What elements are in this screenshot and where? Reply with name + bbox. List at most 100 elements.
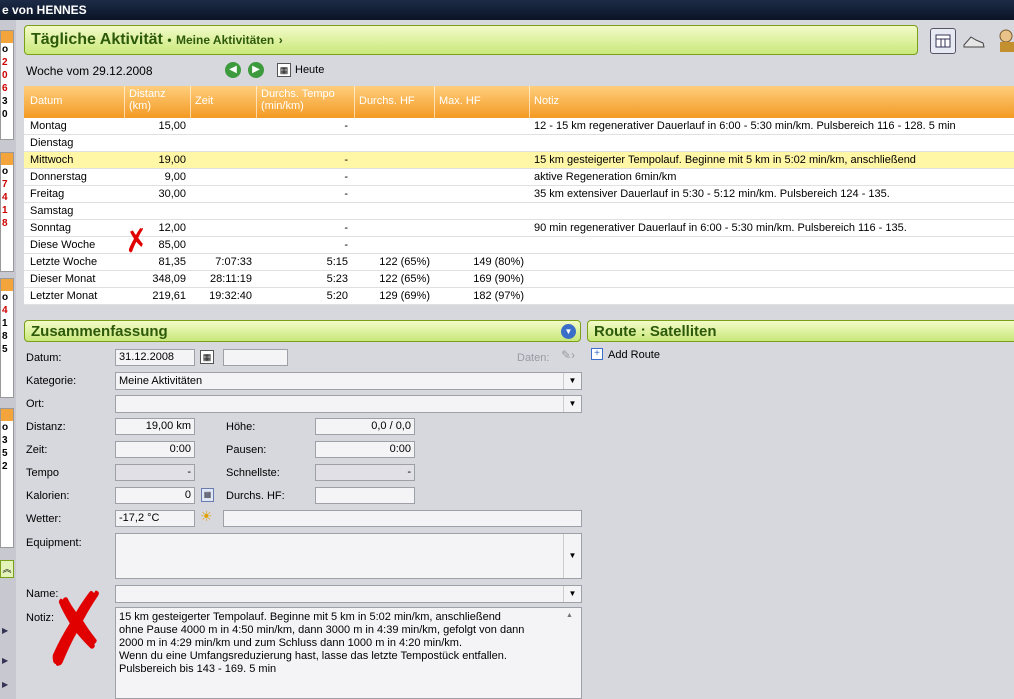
arrow-right-icon[interactable]: ▶ [2, 680, 8, 689]
datum-field[interactable]: 31.12.2008 [115, 349, 195, 366]
chevron-right-icon[interactable]: › [279, 33, 283, 47]
equipment-list[interactable]: ▼ [115, 533, 582, 579]
mini-calendar-day: 2 [2, 461, 8, 472]
dropdown-arrow-icon[interactable]: ▼ [563, 534, 581, 578]
column-header-datum[interactable]: Datum [30, 95, 62, 107]
mini-calendar-day: o [2, 166, 9, 177]
cell-notiz: 15 km gesteigerter Tempolauf. Beginne mi… [534, 154, 916, 166]
athlete-glyph [999, 29, 1014, 52]
table-row[interactable]: Freitag 30,00 - 35 km extensiver Dauerla… [24, 186, 1014, 203]
collapse-icon[interactable]: ▼ [561, 324, 576, 339]
column-separator[interactable] [529, 86, 530, 118]
summary-row[interactable]: Dieser Monat 348,09 28:11:19 5:23 122 (6… [24, 271, 1014, 288]
tempo-label: Tempo [26, 467, 60, 479]
mini-calendar-day: 0 [2, 70, 8, 81]
hoehe-field[interactable]: 0,0 / 0,0 [315, 418, 415, 435]
mini-calendar-day: o [2, 422, 9, 433]
cell-tempo: - [344, 171, 348, 183]
mini-calendar-week-3[interactable]: o 4 1 8 5 [0, 278, 14, 398]
distanz-field[interactable]: 19,00 km [115, 418, 195, 435]
summary-row[interactable]: Diese Woche 85,00 - [24, 237, 1014, 254]
column-header-tempo[interactable]: Durchs. Tempo (min/km) [261, 88, 335, 112]
sun-icon[interactable]: ☀ [200, 508, 213, 525]
add-route-button[interactable]: Add Route [608, 349, 660, 361]
hoehe-label: Höhe: [226, 421, 256, 433]
ort-dropdown[interactable]: ▼ [115, 395, 582, 413]
table-row[interactable]: Dienstag [24, 135, 1014, 152]
athlete-icon[interactable] [994, 28, 1014, 54]
dropdown-arrow-icon[interactable]: ▼ [563, 373, 581, 389]
kategorie-dropdown[interactable]: Meine Aktivitäten ▼ [115, 372, 582, 390]
collapse-up-icon[interactable]: ︽ [0, 560, 14, 578]
mini-calendar-day: 0 [2, 109, 8, 120]
scroll-up-icon[interactable]: ▲ [566, 612, 573, 619]
column-separator[interactable] [354, 86, 355, 118]
summary-row[interactable]: Letzte Woche 81,35 7:07:33 5:15 122 (65%… [24, 254, 1014, 271]
today-button[interactable]: Heute [295, 64, 324, 76]
calculator-icon[interactable]: ▦ [201, 488, 214, 502]
pausen-field[interactable]: 0:00 [315, 441, 415, 458]
zeit-field[interactable]: 0:00 [115, 441, 195, 458]
distanz-label: Distanz: [26, 421, 66, 433]
shoe-glyph [963, 36, 985, 48]
table-row[interactable]: Montag 15,00 - 12 - 15 km regenerativer … [24, 118, 1014, 135]
arrow-right-icon[interactable]: ▶ [2, 656, 8, 665]
cell-zeit: 7:07:33 [215, 256, 252, 268]
column-separator[interactable] [124, 86, 125, 118]
dropdown-arrow-icon[interactable]: ▼ [563, 586, 581, 602]
calendar-view-icon[interactable] [930, 28, 956, 54]
column-header-distanz[interactable]: Distanz (km) [129, 88, 166, 112]
activity-table-header: Datum Distanz (km) Zeit Durchs. Tempo (m… [24, 86, 1014, 118]
wetter-field[interactable]: -17,2 °C [115, 510, 195, 527]
calendar-icon[interactable]: ▦ [277, 63, 291, 77]
mini-calendar-day: 4 [2, 192, 8, 203]
cell-datum: Sonntag [30, 222, 71, 234]
table-row-selected[interactable]: Mittwoch 19,00 - 15 km gesteigerter Temp… [24, 152, 1014, 169]
kalorien-field[interactable]: 0 [115, 487, 195, 504]
mini-calendar-day: 6 [2, 83, 8, 94]
mini-calendar-header [1, 409, 13, 421]
shoe-icon[interactable] [962, 30, 986, 52]
durchs-hf-label: Durchs. HF: [226, 490, 285, 502]
datum-label: Datum: [26, 352, 62, 364]
notiz-textarea[interactable]: 15 km gesteigerter Tempolauf. Beginne mi… [115, 607, 582, 699]
column-header-max-hf[interactable]: Max. HF [439, 95, 481, 107]
mini-calendar-day: 3 [2, 96, 8, 107]
column-separator[interactable] [190, 86, 191, 118]
weather-notes-field[interactable] [223, 510, 582, 527]
dropdown-arrow-icon[interactable]: ▼ [563, 396, 581, 412]
cell-distanz: 15,00 [158, 120, 186, 132]
table-row[interactable]: Sonntag 12,00 - 90 min regenerativer Dau… [24, 220, 1014, 237]
next-week-icon[interactable]: ▶ [248, 62, 264, 78]
edit-pencil-icon[interactable]: ✎› [561, 348, 575, 362]
table-row[interactable]: Samstag [24, 203, 1014, 220]
mini-calendar-week-2[interactable]: o 7 4 1 8 [0, 152, 14, 272]
date-picker-icon[interactable]: ▦ [200, 350, 214, 364]
column-header-hf[interactable]: Durchs. HF [359, 95, 415, 107]
table-row[interactable]: Donnerstag 9,00 - aktive Regeneration 6m… [24, 169, 1014, 186]
category-link[interactable]: Meine Aktivitäten [176, 33, 274, 47]
durchs-hf-field[interactable] [315, 487, 415, 504]
time-field[interactable] [223, 349, 288, 366]
column-separator[interactable] [256, 86, 257, 118]
kategorie-value: Meine Aktivitäten [119, 375, 203, 387]
arrow-right-icon[interactable]: ▶ [2, 626, 8, 635]
mini-calendar-week-4[interactable]: o 3 5 2 [0, 408, 14, 548]
mini-calendar-day: 8 [2, 331, 8, 342]
column-header-notiz[interactable]: Notiz [534, 95, 559, 107]
zeit-label: Zeit: [26, 444, 48, 456]
name-dropdown[interactable]: ▼ [115, 585, 582, 603]
mini-calendar-week-1[interactable]: o 2 0 6 3 0 [0, 30, 14, 140]
column-header-zeit[interactable]: Zeit [195, 95, 213, 107]
cell-hf: 122 (65%) [379, 256, 430, 268]
mini-calendar-day: 1 [2, 205, 8, 216]
mini-calendar-day: o [2, 44, 9, 55]
cell-datum: Diese Woche [30, 239, 96, 251]
cell-notiz: 90 min regenerativer Dauerlauf in 6:00 -… [534, 222, 907, 234]
cell-datum: Mittwoch [30, 154, 74, 166]
summary-row[interactable]: Letzter Monat 219,61 19:32:40 5:20 129 (… [24, 288, 1014, 305]
column-separator[interactable] [434, 86, 435, 118]
add-route-icon[interactable]: + [591, 348, 603, 360]
previous-week-icon[interactable]: ◀ [225, 62, 241, 78]
equipment-label: Equipment: [26, 537, 82, 549]
